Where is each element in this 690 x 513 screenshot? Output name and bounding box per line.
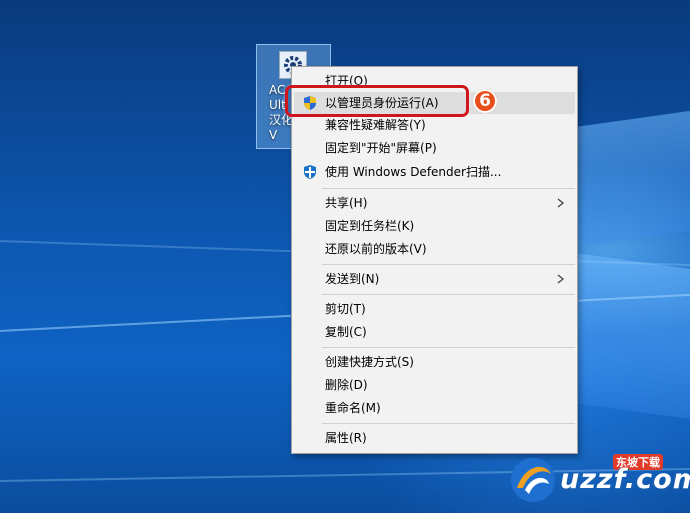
menu-item-pin-start[interactable]: 固定到"开始"屏幕(P) — [294, 137, 575, 159]
menu-item-label: 发送到(N) — [325, 272, 380, 286]
menu-item-label: 兼容性疑难解答(Y) — [325, 118, 426, 132]
menu-item-label: 使用 Windows Defender扫描... — [325, 165, 502, 179]
desktop: AC Ulti 汉化 V 打开(O) 以管理员身份运行(A) 兼容性疑难解答(Y… — [0, 0, 690, 513]
menu-item-label: 剪切(T) — [325, 302, 366, 316]
menu-item-pin-taskbar[interactable]: 固定到任务栏(K) — [294, 215, 575, 237]
menu-item-label: 固定到"开始"屏幕(P) — [325, 141, 437, 155]
menu-item-delete[interactable]: 删除(D) — [294, 374, 575, 396]
chevron-right-icon — [557, 192, 565, 214]
menu-item-cut[interactable]: 剪切(T) — [294, 298, 575, 320]
context-menu: 打开(O) 以管理员身份运行(A) 兼容性疑难解答(Y) 固定到"开始"屏幕(P… — [291, 66, 578, 454]
menu-separator — [322, 264, 575, 265]
step-number-badge: 6 — [473, 89, 497, 113]
menu-item-properties[interactable]: 属性(R) — [294, 427, 575, 449]
menu-separator — [322, 347, 575, 348]
menu-item-label: 创建快捷方式(S) — [325, 355, 414, 369]
menu-item-restore-versions[interactable]: 还原以前的版本(V) — [294, 238, 575, 260]
defender-shield-icon — [302, 164, 318, 180]
menu-item-label: 重命名(M) — [325, 401, 381, 415]
menu-item-defender-scan[interactable]: 使用 Windows Defender扫描... — [294, 161, 575, 183]
menu-item-send-to[interactable]: 发送到(N) — [294, 268, 575, 290]
watermark-text: uzzf.com — [560, 464, 690, 495]
menu-item-label: 删除(D) — [325, 378, 368, 392]
menu-item-copy[interactable]: 复制(C) — [294, 321, 575, 343]
menu-item-create-shortcut[interactable]: 创建快捷方式(S) — [294, 351, 575, 373]
site-watermark: 东坡下载 uzzf.com — [505, 452, 690, 508]
menu-item-label: 固定到任务栏(K) — [325, 219, 415, 233]
menu-item-label: 还原以前的版本(V) — [325, 242, 427, 256]
menu-separator — [322, 423, 575, 424]
menu-item-label: 共享(H) — [325, 196, 368, 210]
wallpaper-pane — [560, 250, 690, 420]
menu-item-rename[interactable]: 重命名(M) — [294, 397, 575, 419]
annotation-highlight-box — [285, 85, 469, 117]
menu-separator — [322, 294, 575, 295]
menu-item-share[interactable]: 共享(H) — [294, 192, 575, 214]
menu-item-label: 属性(R) — [325, 431, 367, 445]
menu-item-compat-troubleshoot[interactable]: 兼容性疑难解答(Y) — [294, 114, 575, 136]
menu-item-label: 复制(C) — [325, 325, 367, 339]
wallpaper-pane — [560, 110, 690, 250]
watermark-logo-icon — [511, 458, 555, 502]
menu-separator — [322, 188, 575, 189]
chevron-right-icon — [557, 268, 565, 290]
